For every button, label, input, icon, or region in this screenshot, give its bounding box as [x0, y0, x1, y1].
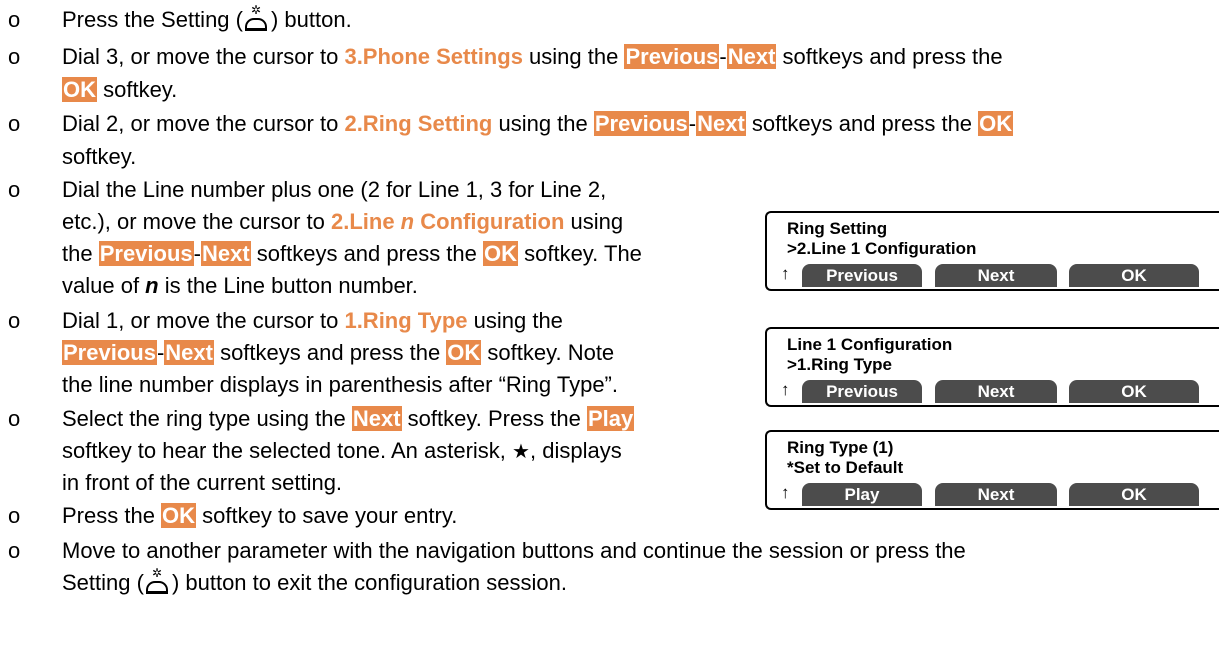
setting-button-icon: ✲ — [145, 567, 171, 596]
lcd-ring-type: Ring Type (1) *Set to Default ↑ Play Nex… — [765, 430, 1219, 510]
ok-softkey-label: OK — [483, 241, 518, 266]
bullet: o — [8, 503, 21, 528]
ok-softkey-label: OK — [161, 503, 197, 528]
up-arrow-icon: ↑ — [781, 264, 790, 283]
lcd-line-2: >2.Line 1 Configuration — [787, 239, 977, 258]
menu-label: 3.Phone Settings — [344, 44, 523, 69]
previous-softkey[interactable]: Previous — [802, 380, 922, 403]
ok-softkey[interactable]: OK — [1069, 483, 1199, 506]
previous-softkey-label: Previous — [98, 241, 194, 266]
lcd-line-1: Line 1 Configuration — [787, 335, 953, 354]
lcd-line-1: Ring Setting — [787, 219, 888, 238]
up-arrow-icon: ↑ — [781, 483, 790, 502]
bullet: o — [8, 177, 21, 202]
asterisk-star-icon: ★ — [512, 441, 530, 463]
bullet: o — [8, 538, 21, 563]
next-softkey[interactable]: Next — [935, 483, 1057, 506]
previous-softkey-label: Previous — [593, 111, 689, 136]
lcd-line-1: Ring Type (1) — [787, 438, 894, 457]
menu-label: 2.Ring Setting — [344, 111, 493, 136]
lcd-line-2: >1.Ring Type — [787, 355, 893, 374]
bullet: o — [8, 7, 21, 32]
next-softkey[interactable]: Next — [935, 380, 1057, 403]
ok-softkey[interactable]: OK — [1069, 380, 1199, 403]
lcd-line-2: *Set to Default — [787, 458, 904, 477]
ok-softkey-label: OK — [446, 340, 482, 365]
next-softkey-label: Next — [164, 340, 214, 365]
next-softkey-label: Next — [351, 406, 402, 431]
play-softkey-label: Play — [587, 406, 635, 431]
setting-button-icon: ✲ — [244, 4, 270, 33]
menu-label: 2.Line n Configuration — [330, 209, 565, 234]
bullet: o — [8, 308, 21, 333]
menu-label: 1.Ring Type — [344, 308, 468, 333]
lcd-line-configuration: Line 1 Configuration >1.Ring Type ↑ Prev… — [765, 327, 1219, 407]
bullet: o — [8, 44, 21, 69]
play-softkey[interactable]: Play — [802, 483, 922, 506]
bullet: o — [8, 406, 21, 431]
ok-softkey[interactable]: OK — [1069, 264, 1199, 287]
previous-softkey-label: Previous — [624, 44, 720, 69]
up-arrow-icon: ↑ — [781, 380, 790, 399]
ok-softkey-label: OK — [62, 77, 97, 102]
bullet: o — [8, 111, 21, 136]
previous-softkey[interactable]: Previous — [802, 264, 922, 287]
ok-softkey-label: OK — [978, 111, 1014, 136]
next-softkey-label: Next — [696, 111, 746, 136]
previous-softkey-label: Previous — [62, 340, 157, 365]
next-softkey[interactable]: Next — [935, 264, 1057, 287]
n-variable: n — [145, 273, 159, 298]
next-softkey-label: Next — [726, 44, 777, 69]
next-softkey-label: Next — [200, 241, 251, 266]
lcd-ring-setting: Ring Setting >2.Line 1 Configuration ↑ P… — [765, 211, 1219, 291]
